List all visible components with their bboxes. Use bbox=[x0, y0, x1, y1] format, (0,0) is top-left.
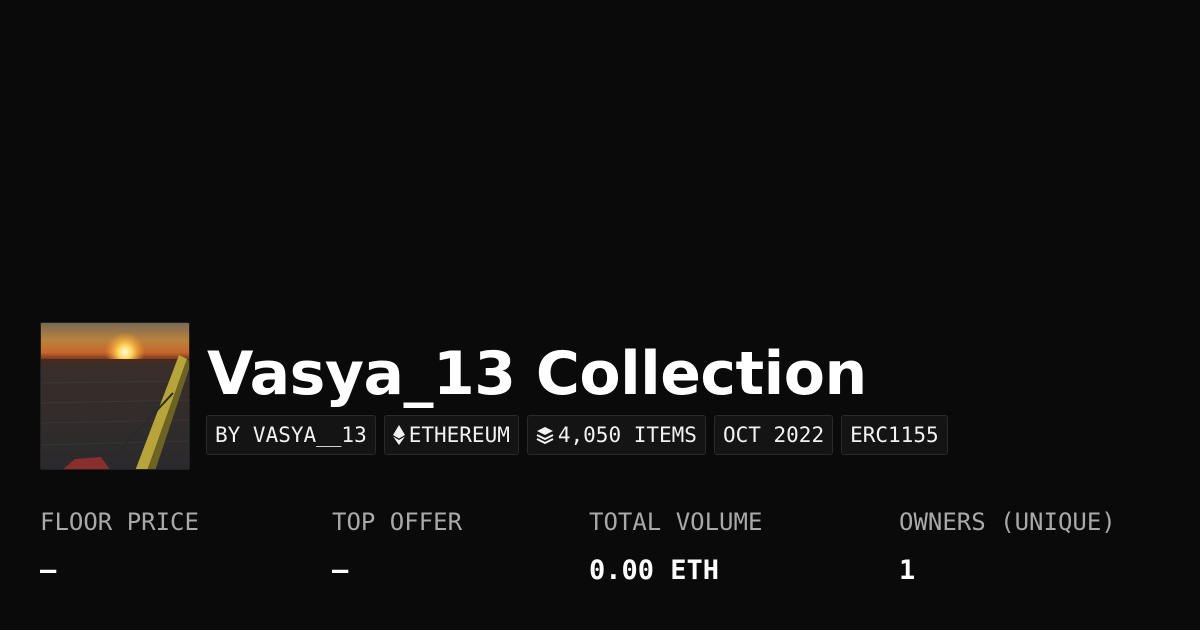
items-badge[interactable]: 4,050 ITEMS bbox=[526, 415, 706, 455]
creator-badge-label: BY VASYA__13 bbox=[215, 423, 367, 447]
ethereum-diamond-icon bbox=[392, 425, 405, 445]
stat-owners: OWNERS (UNIQUE) 1 bbox=[899, 500, 1116, 598]
date-badge-label: OCT 2022 bbox=[722, 423, 825, 447]
collection-stats: FLOOR PRICE – TOP OFFER – TOTAL VOLUME 0… bbox=[0, 500, 1200, 610]
token-standard-badge-label: ERC1155 bbox=[850, 423, 939, 447]
collection-title: Vasya_13 Collection bbox=[207, 339, 867, 409]
stat-floor-price: FLOOR PRICE – bbox=[40, 500, 199, 598]
token-standard-badge: ERC1155 bbox=[841, 415, 948, 455]
chain-badge-label: ETHEREUM bbox=[408, 423, 510, 447]
creator-badge[interactable]: BY VASYA__13 bbox=[206, 415, 376, 455]
sunset-photo-image bbox=[41, 323, 189, 469]
collection-share-card: Vasya_13 Collection BY VASYA__13 ETHEREU… bbox=[0, 0, 1200, 630]
chain-badge[interactable]: ETHEREUM bbox=[383, 415, 519, 455]
items-badge-label: 4,050 ITEMS bbox=[557, 423, 697, 447]
stacked-layers-icon bbox=[536, 426, 554, 444]
stat-total-volume: TOTAL VOLUME 0.00 ETH bbox=[589, 500, 762, 598]
stat-value: 0.00 ETH bbox=[589, 555, 720, 586]
stat-label: TOP OFFER bbox=[332, 508, 463, 536]
stat-top-offer: TOP OFFER – bbox=[332, 500, 462, 598]
stat-value: – bbox=[40, 555, 57, 586]
collection-avatar bbox=[40, 322, 190, 470]
stat-value: – bbox=[332, 555, 349, 586]
stat-label: TOTAL VOLUME bbox=[589, 508, 763, 536]
collection-badges: BY VASYA__13 ETHEREUM 4,050 ITEMS OCT 20… bbox=[206, 415, 948, 455]
stat-value: 1 bbox=[899, 555, 916, 586]
date-badge: OCT 2022 bbox=[713, 415, 834, 455]
stat-label: OWNERS (UNIQUE) bbox=[899, 508, 1116, 536]
stat-label: FLOOR PRICE bbox=[40, 508, 199, 536]
